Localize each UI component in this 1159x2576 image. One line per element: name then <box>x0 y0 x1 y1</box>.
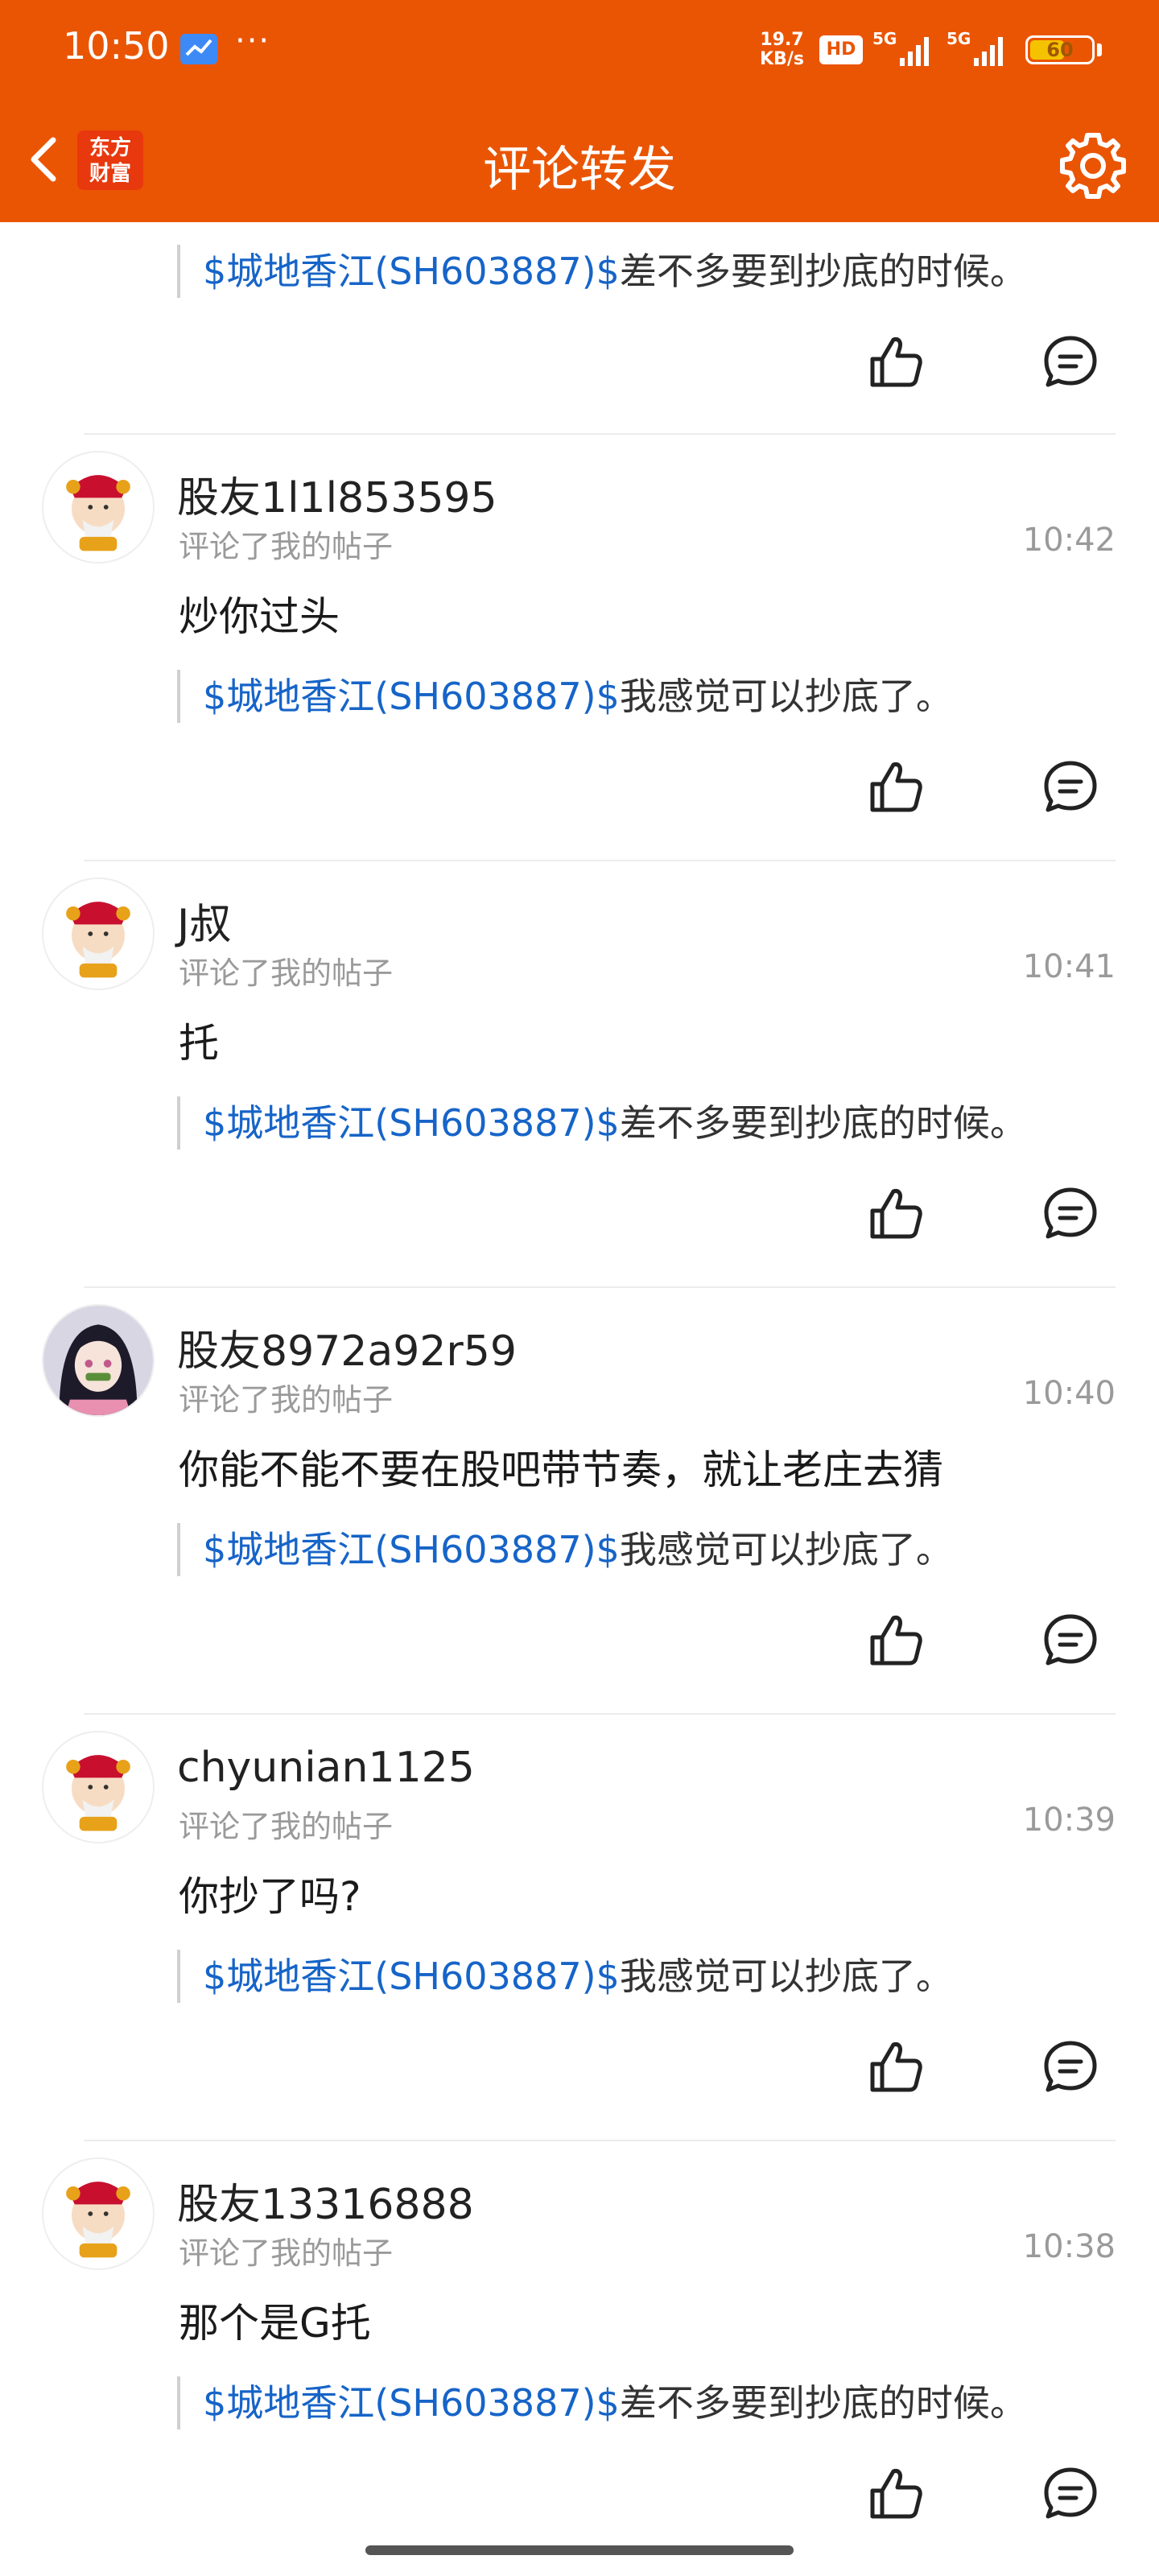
quoted-post[interactable]: $城地香江(SH603887)$差不多要到抄底的时候。 <box>177 245 1027 298</box>
comment-bubble-icon[interactable] <box>1038 1608 1103 1673</box>
stock-link[interactable]: $城地香江(SH603887)$ <box>203 1955 620 1998</box>
hd-voice-badge: HD <box>819 35 863 64</box>
thumbs-up-icon[interactable] <box>863 1182 927 1246</box>
divider <box>84 2140 1116 2141</box>
quoted-post[interactable]: $城地香江(SH603887)$差不多要到抄底的时候。 <box>177 2376 1027 2429</box>
avatar[interactable] <box>42 1731 155 1843</box>
stock-link[interactable]: $城地香江(SH603887)$ <box>203 2381 620 2425</box>
thumbs-up-icon[interactable] <box>863 2462 927 2526</box>
comment-time: 10:41 <box>1022 948 1116 985</box>
quoted-post[interactable]: $城地香江(SH603887)$我感觉可以抄底了。 <box>177 670 953 723</box>
stock-link[interactable]: $城地香江(SH603887)$ <box>203 675 620 718</box>
quoted-post-text: 我感觉可以抄底了。 <box>619 1528 953 1571</box>
action-text: 评论了我的帖子 <box>179 956 394 991</box>
nav-bar: 东方 财富 评论转发 <box>0 97 1159 222</box>
thumbs-up-icon[interactable] <box>863 2035 927 2099</box>
divider <box>84 1286 1116 1288</box>
comment-time: 10:38 <box>1022 2228 1116 2265</box>
avatar[interactable] <box>42 1304 155 1417</box>
comment-text[interactable]: 你能不能不要在股吧带节奏，就让老庄去猜 <box>179 1438 943 1496</box>
app-notification-icon <box>180 34 217 64</box>
signal-1-icon: 5G <box>872 29 938 68</box>
signal-2-icon: 5G <box>947 29 1013 68</box>
status-time: 10:50 <box>63 24 170 68</box>
thumbs-up-icon[interactable] <box>863 330 927 394</box>
comment-text[interactable]: 那个是G托 <box>179 2291 371 2349</box>
quoted-post-text: 我感觉可以抄底了。 <box>619 675 953 718</box>
username[interactable]: 股友8972a92r59 <box>177 1317 517 1377</box>
gear-icon[interactable] <box>1054 127 1132 204</box>
page-title: 评论转发 <box>483 142 676 198</box>
action-text: 评论了我的帖子 <box>179 1382 394 1418</box>
avatar[interactable] <box>42 2157 155 2270</box>
comment-bubble-icon[interactable] <box>1038 1182 1103 1246</box>
status-more-dots: ··· <box>235 23 271 60</box>
stock-link[interactable]: $城地香江(SH603887)$ <box>203 1528 620 1571</box>
divider <box>84 860 1116 861</box>
comment-text[interactable]: 你抄了吗? <box>179 1864 361 1922</box>
thumbs-up-icon[interactable] <box>863 1608 927 1673</box>
comment-bubble-icon[interactable] <box>1038 2462 1103 2526</box>
quoted-post-text: 差不多要到抄底的时候。 <box>619 2381 1027 2425</box>
quoted-post-text: 差不多要到抄底的时候。 <box>619 250 1027 293</box>
comment-bubble-icon[interactable] <box>1038 2035 1103 2099</box>
quoted-post[interactable]: $城地香江(SH603887)$我感觉可以抄底了。 <box>177 1950 953 2003</box>
comment-bubble-icon[interactable] <box>1038 330 1103 394</box>
quoted-post[interactable]: $城地香江(SH603887)$差不多要到抄底的时候。 <box>177 1096 1027 1150</box>
avatar[interactable] <box>42 877 155 990</box>
username[interactable]: 股友13316888 <box>177 2170 474 2231</box>
comment-time: 10:42 <box>1022 522 1116 559</box>
home-indicator[interactable] <box>365 2545 794 2555</box>
comment-bubble-icon[interactable] <box>1038 755 1103 819</box>
app-header: 10:50 ··· 19.7 KB/s HD 5G 5G 60 东方 财富 评论… <box>0 0 1159 222</box>
stock-link[interactable]: $城地香江(SH603887)$ <box>203 250 620 293</box>
comment-text[interactable]: 炒你过头 <box>179 584 340 642</box>
status-bar: 10:50 ··· 19.7 KB/s HD 5G 5G 60 <box>0 0 1159 97</box>
username[interactable]: 股友1l1l853595 <box>177 464 497 524</box>
quoted-post[interactable]: $城地香江(SH603887)$我感觉可以抄底了。 <box>177 1523 953 1576</box>
battery-cap <box>1097 43 1102 56</box>
comment-time: 10:39 <box>1022 1802 1116 1839</box>
net-speed: 19.7 KB/s <box>760 30 804 69</box>
action-text: 评论了我的帖子 <box>179 529 394 564</box>
comment-time: 10:40 <box>1022 1375 1116 1412</box>
action-text: 评论了我的帖子 <box>179 2235 394 2271</box>
divider <box>84 433 1116 435</box>
stock-link[interactable]: $城地香江(SH603887)$ <box>203 1101 620 1145</box>
thumbs-up-icon[interactable] <box>863 755 927 819</box>
action-text: 评论了我的帖子 <box>179 1809 394 1844</box>
username[interactable]: J叔 <box>177 890 231 951</box>
comment-text[interactable]: 托 <box>179 1011 219 1069</box>
battery-icon: 60 <box>1025 35 1095 64</box>
username[interactable]: chyunian1125 <box>177 1744 475 1792</box>
divider <box>84 1713 1116 1715</box>
quoted-post-text: 我感觉可以抄底了。 <box>619 1955 953 1998</box>
avatar[interactable] <box>42 451 155 564</box>
quoted-post-text: 差不多要到抄底的时候。 <box>619 1101 1027 1145</box>
